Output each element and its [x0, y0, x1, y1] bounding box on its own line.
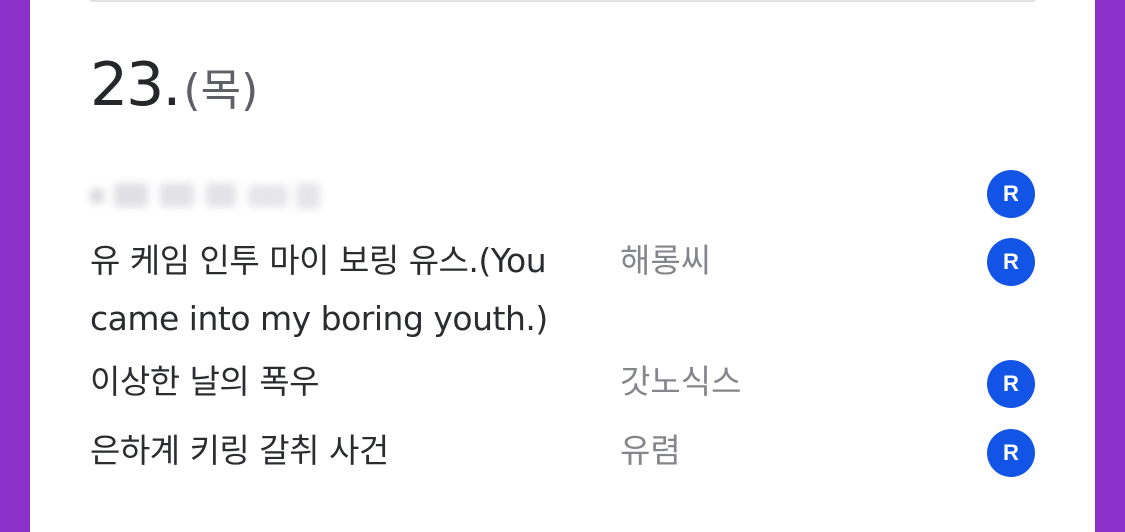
date-header: 23. (목): [90, 50, 258, 120]
entry-author: 갓노식스: [620, 362, 742, 401]
r-badge[interactable]: R: [987, 170, 1035, 218]
entry-title: 이상한 날의 폭우: [90, 362, 320, 401]
r-badge[interactable]: R: [987, 360, 1035, 408]
blurred-title-placeholder: [90, 183, 320, 209]
entry-title: 은하계 키링 갈취 사건: [90, 431, 389, 470]
list-item[interactable]: R: [90, 165, 1035, 223]
list-item[interactable]: 유 케임 인투 마이 보링 유스.(You came into my borin…: [90, 232, 1035, 348]
schedule-card: 23. (목) R 유 케임 인투 마이 보링 유스.(You came int…: [30, 0, 1095, 532]
list-item[interactable]: 은하계 키링 갈취 사건 유렴 R: [90, 422, 1035, 480]
entry-title: 유 케임 인투 마이 보링 유스.(You came into my borin…: [90, 241, 548, 338]
list-item[interactable]: 이상한 날의 폭우 갓노식스 R: [90, 353, 1035, 411]
top-divider: [90, 0, 1035, 2]
day-number: 23.: [90, 50, 181, 120]
r-badge[interactable]: R: [987, 238, 1035, 286]
entry-author: 유렴: [620, 431, 681, 470]
entry-author: 해롱씨: [620, 241, 712, 280]
day-of-week: (목): [183, 65, 259, 116]
entry-title: [90, 165, 600, 233]
r-badge[interactable]: R: [987, 429, 1035, 477]
